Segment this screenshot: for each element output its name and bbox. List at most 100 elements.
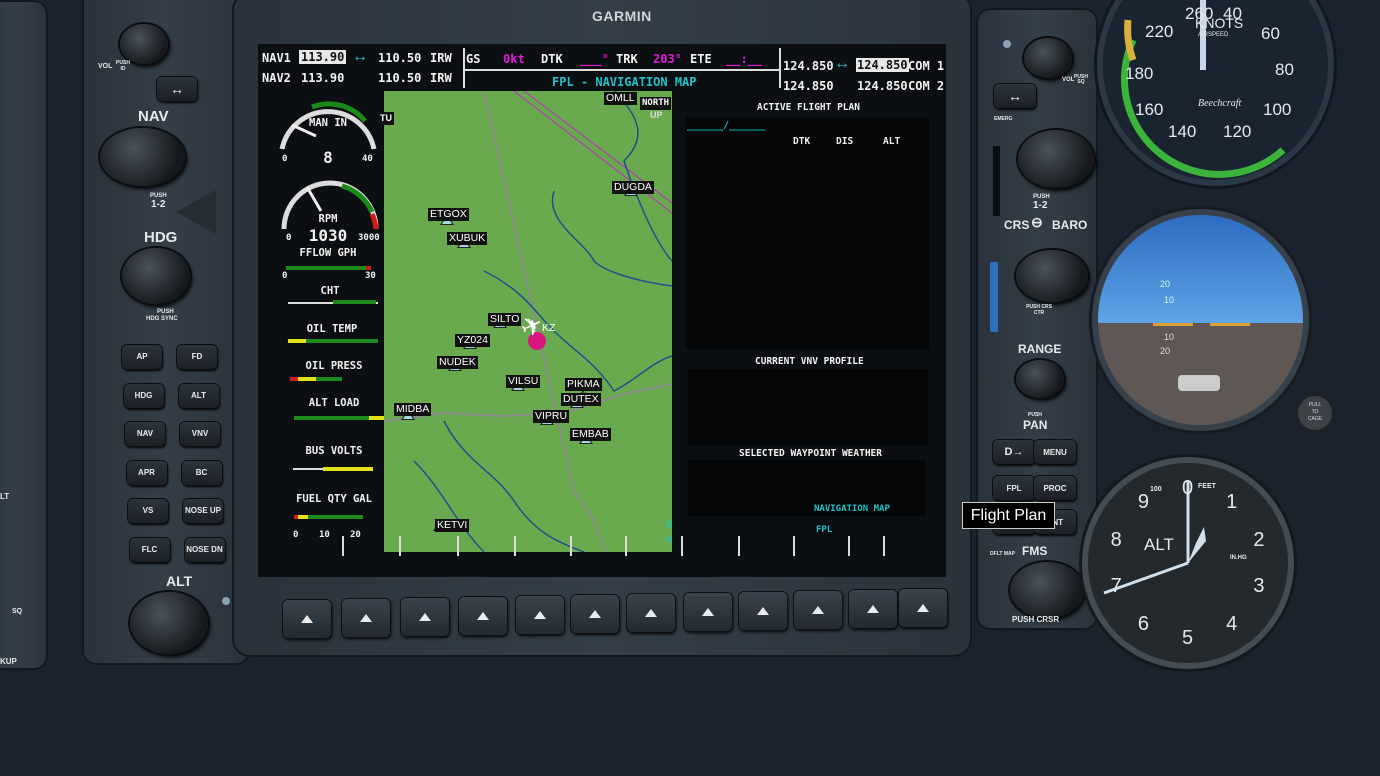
gs-value: 0kt [503, 52, 525, 66]
airspeed-tick-label: 140 [1168, 122, 1197, 141]
waypoint-label[interactable]: EMBAB [570, 428, 611, 441]
waypoint-label[interactable]: DUGDA [612, 181, 654, 194]
vnv-button[interactable]: VNV [180, 422, 220, 446]
rpm-needle [305, 186, 323, 212]
softkey-2[interactable] [342, 599, 390, 637]
fpl-button[interactable]: FPL [993, 476, 1035, 500]
softkey-9[interactable] [739, 592, 787, 630]
fpl-route[interactable]: ______/______ [687, 120, 765, 131]
waypoint-label[interactable]: VIPRU [533, 410, 570, 423]
direct-to-button[interactable]: D→ [993, 440, 1035, 464]
up-arrow-icon [812, 606, 824, 614]
vol-label: VOL [1062, 77, 1075, 83]
softkey-divider [342, 536, 344, 556]
adjust-knob[interactable] [1178, 375, 1220, 391]
proc-button[interactable]: PROC [1034, 476, 1076, 500]
nav-knob[interactable] [100, 128, 185, 186]
waypoint-label[interactable]: PIKMA [565, 378, 602, 391]
up-arrow-icon [917, 604, 929, 612]
nav-swap-button[interactable]: ↔ [157, 77, 197, 101]
crs-knob[interactable] [1016, 250, 1088, 302]
vol-push-label: PUSH SQ [1074, 74, 1088, 85]
ete-label: ETE [690, 52, 712, 66]
nav-button[interactable]: NAV [125, 422, 165, 446]
indicator-light [222, 597, 230, 605]
crs-baro-knob[interactable] [1018, 130, 1094, 188]
com1-active-freq[interactable]: 124.850 [783, 59, 834, 73]
ap-button[interactable]: AP [122, 345, 162, 369]
aircraft-waypoint-label: KZ [542, 322, 556, 334]
com-vol-knob[interactable] [1024, 38, 1072, 78]
com2-standby-freq[interactable]: 124.850 [857, 79, 908, 93]
up-arrow-icon [419, 613, 431, 621]
vol-push-label: PUSH ID [116, 60, 130, 72]
nav2-active-freq[interactable]: 113.90 [301, 71, 344, 85]
softkey-10[interactable] [794, 591, 842, 629]
nav2-standby-freq[interactable]: 110.50 [378, 71, 421, 85]
waypoint-label[interactable]: VILSU [506, 375, 541, 388]
flc-button[interactable]: FLC [129, 537, 170, 562]
vs-button[interactable]: VS [128, 499, 168, 523]
waypoint-label[interactable]: ETGOX [428, 208, 469, 221]
apr-button[interactable]: APR [126, 460, 167, 485]
softkey-5[interactable] [516, 596, 564, 634]
river [483, 270, 672, 392]
softkey-4[interactable] [459, 597, 507, 635]
bc-button[interactable]: BC [181, 460, 222, 485]
ete-value: __:__ [726, 52, 763, 66]
map-range[interactable]: 5 [666, 520, 672, 531]
vol-label: VOL [98, 63, 113, 70]
waypoint-label[interactable]: NUDEK [437, 356, 478, 369]
push-1-2-label: 1-2 [1033, 200, 1048, 211]
navigation-map[interactable]: ✈ KZ OMLL NORTH UP ETGOX XUBUK DUGDA SILTO Y… [384, 91, 672, 552]
nose-up-button[interactable]: NOSE UP [183, 499, 223, 523]
softkey-divider [848, 536, 850, 556]
waypoint-label[interactable]: KETVI [435, 519, 470, 532]
hdg-knob[interactable] [122, 248, 190, 304]
alt-knob[interactable] [130, 592, 208, 654]
alt-button[interactable]: ALT [178, 383, 219, 408]
road [573, 490, 607, 552]
range-knob[interactable] [1016, 360, 1064, 398]
nav1-active-freq[interactable]: 113.90 [299, 50, 347, 64]
softkey-1[interactable] [283, 600, 331, 638]
softkey-11[interactable] [849, 590, 897, 628]
com2-active-freq[interactable]: 124.850 [783, 79, 834, 93]
fd-button[interactable]: FD [177, 345, 217, 369]
softkey-8[interactable] [684, 593, 732, 631]
waypoint-label[interactable]: XUBUK [447, 232, 488, 245]
pull-to-cage-knob[interactable]: PULL TO CAGE [1298, 396, 1332, 430]
slider-track[interactable] [993, 146, 1000, 216]
nav-label: NAV [138, 108, 169, 125]
com-swap-button[interactable]: ↔ [994, 84, 1036, 108]
softkey-6[interactable] [571, 595, 619, 633]
fuel-tick: 0 [293, 530, 299, 540]
waypoint-label[interactable]: MIDBA [394, 403, 432, 416]
softkey-12[interactable] [899, 589, 947, 627]
fms-knob[interactable] [1010, 562, 1084, 618]
dtk-value: ___° [580, 52, 609, 66]
menu-button[interactable]: MENU [1034, 440, 1076, 464]
oil-temp-green [306, 339, 378, 343]
airspeed-tick-label: 60 [1261, 24, 1280, 43]
waypoint-label[interactable]: YZ024 [455, 334, 490, 347]
waypoint-label[interactable]: SILTO [488, 313, 522, 326]
fpl-softkey-label: FPL [816, 525, 833, 535]
nose-dn-button[interactable]: NOSE DN [184, 537, 225, 562]
pitch-label: 20 [1160, 346, 1171, 356]
fuel-qty-label: FUEL QTY GAL [296, 493, 372, 505]
nav1-standby-freq[interactable]: 110.50 [378, 51, 421, 65]
north-up-label: UP [650, 110, 663, 120]
waypoint-label[interactable]: DUTEX [561, 393, 601, 406]
softkey-7[interactable] [627, 594, 675, 632]
cht-label: CHT [320, 285, 340, 297]
map-edge-label: TU [378, 112, 394, 125]
vol-knob[interactable] [120, 24, 168, 64]
map-top-waypoint[interactable]: OMLL [604, 92, 637, 105]
softkey-3[interactable] [401, 598, 449, 636]
hdg-button[interactable]: HDG [123, 383, 164, 408]
airspeed-tick-label: 80 [1275, 60, 1294, 79]
left-edge-label: KUP [0, 657, 17, 666]
com1-standby-freq[interactable]: 124.850 [856, 58, 909, 72]
blue-slider[interactable] [990, 262, 998, 332]
